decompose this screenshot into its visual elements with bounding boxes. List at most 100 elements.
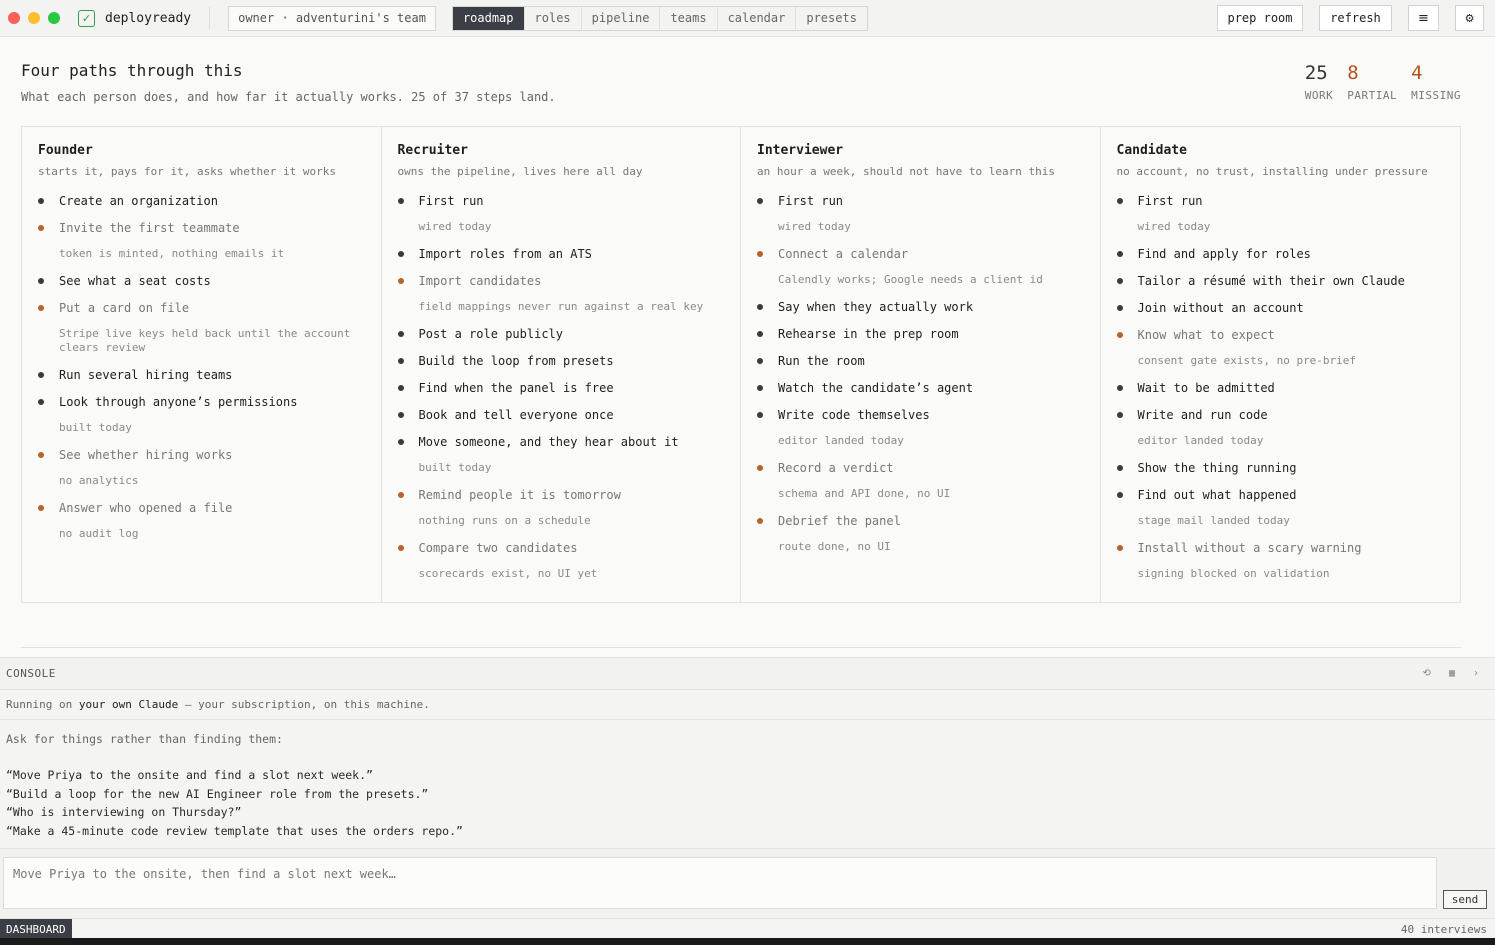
status-dot-icon <box>38 198 44 204</box>
team-switcher[interactable]: owner · adventurini's team <box>228 5 436 31</box>
step-label: Write and run code <box>1137 408 1268 422</box>
step-item: Import roles from an ATS <box>397 247 725 261</box>
step-note: editor landed today <box>1137 434 1264 447</box>
step-label: See what a seat costs <box>59 274 211 288</box>
stat-work: 25 WORK <box>1305 62 1334 102</box>
step-item: Say when they actually work <box>757 300 1084 314</box>
step-note: wired today <box>778 220 851 233</box>
page-title: Four paths through this <box>21 61 243 80</box>
step-item: Record a verdict <box>757 461 1084 475</box>
step-label: Run the room <box>778 354 865 368</box>
console-example: “Who is interviewing on Thursday?” <box>6 805 242 819</box>
console-input[interactable] <box>3 857 1437 909</box>
prep-room-button[interactable]: prep room <box>1217 5 1303 31</box>
step-label: Show the thing running <box>1137 461 1297 475</box>
tab-roadmap[interactable]: roadmap <box>452 6 525 30</box>
step-note: editor landed today <box>778 434 904 447</box>
step-label: Find when the panel is free <box>418 381 614 395</box>
step-label: Book and tell everyone once <box>418 408 614 422</box>
step-item: See whether hiring works <box>38 448 365 462</box>
status-dot-icon <box>38 399 44 405</box>
console-header: CONSOLE ⟲ ▦ › <box>0 657 1495 690</box>
window-controls <box>8 12 60 24</box>
status-dot-icon <box>1116 198 1123 204</box>
step-label: Find and apply for roles <box>1137 247 1311 261</box>
step-note: token is minted, nothing emails it <box>59 247 285 260</box>
persona-column-recruiter: Recruiter owns the pipeline, lives here a… <box>382 127 741 602</box>
step-label: Join without an account <box>1137 301 1304 315</box>
step-item: Run the room <box>757 354 1084 368</box>
step-item: Put a card on file <box>38 301 365 315</box>
step-note: Stripe live keys held back until the acc… <box>59 327 351 354</box>
step-label: Debrief the panel <box>778 514 901 528</box>
status-dot-icon <box>38 225 44 231</box>
step-item: Find when the panel is free <box>397 381 725 395</box>
tab-calendar[interactable]: calendar <box>718 6 797 30</box>
step-item: Build the loop from presets <box>397 354 725 368</box>
status-dot-icon <box>1116 492 1123 498</box>
step-note: route done, no UI <box>778 540 891 553</box>
tab-pipeline[interactable]: pipeline <box>582 6 661 30</box>
status-dot-icon <box>1116 251 1123 257</box>
refresh-icon[interactable]: ⟲ <box>1423 668 1431 679</box>
step-note: schema and API done, no UI <box>778 487 951 500</box>
grid-icon[interactable]: ▦ <box>1449 668 1455 679</box>
status-dot-icon <box>757 412 763 418</box>
step-label: Answer who opened a file <box>59 501 233 515</box>
status-dot-icon <box>397 492 404 498</box>
status-dot-icon <box>757 518 763 524</box>
status-dot-icon <box>397 278 404 284</box>
nav-tabs: roadmap roles pipeline teams calendar pr… <box>451 5 868 31</box>
stat-partial-value: 8 <box>1347 62 1359 84</box>
tab-teams[interactable]: teams <box>660 6 718 30</box>
stat-work-value: 25 <box>1304 62 1328 84</box>
minimize-window-button[interactable] <box>28 12 40 24</box>
step-label: Compare two candidates <box>418 541 578 555</box>
step-label: Invite the first teammate <box>59 221 240 235</box>
stat-partial-label: PARTIAL <box>1347 89 1398 102</box>
menu-icon[interactable]: ≡ <box>1408 5 1439 31</box>
step-item: Book and tell everyone once <box>397 408 725 422</box>
step-note: built today <box>59 421 132 434</box>
dashboard-tab[interactable]: DASHBOARD <box>0 919 72 939</box>
refresh-button[interactable]: refresh <box>1319 5 1392 31</box>
persona-column-founder: Founder starts it, pays for it, asks whet… <box>22 127 382 602</box>
status-dot-icon <box>1116 278 1123 284</box>
gear-icon[interactable]: ⚙ <box>1455 5 1484 31</box>
tab-roles[interactable]: roles <box>525 6 582 30</box>
step-item: Remind people it is tomorrow <box>397 488 725 502</box>
step-label: First run <box>418 194 484 208</box>
step-item: Install without a scary warning <box>1116 541 1445 555</box>
status-dot-icon <box>38 372 44 378</box>
checkmark-logo-icon: ✓ <box>78 9 95 27</box>
console-example: “Make a 45-minute code review template t… <box>6 824 463 838</box>
column-subtitle: starts it, pays for it, asks whether it … <box>38 165 337 178</box>
divider <box>209 7 211 29</box>
step-label: Run several hiring teams <box>59 368 233 382</box>
close-window-button[interactable] <box>8 12 20 24</box>
persona-columns: Founder starts it, pays for it, asks whet… <box>21 126 1461 603</box>
divider <box>21 647 1461 648</box>
status-dot-icon <box>397 358 404 364</box>
column-title: Interviewer <box>757 143 844 158</box>
console-running-strong: your own Claude <box>78 698 179 711</box>
console-toolbar: ⟲ ▦ › <box>1423 668 1479 679</box>
step-item: Invite the first teammate <box>38 221 365 235</box>
step-label: Say when they actually work <box>778 300 974 314</box>
maximize-window-button[interactable] <box>48 12 60 24</box>
chevron-right-icon[interactable]: › <box>1473 668 1479 679</box>
step-label: Put a card on file <box>59 301 190 315</box>
step-label: Record a verdict <box>778 461 894 475</box>
tab-presets[interactable]: presets <box>796 7 867 30</box>
page-subtitle: What each person does, and how far it ac… <box>21 90 556 104</box>
step-item: Move someone, and they hear about it <box>397 435 725 449</box>
step-label: Connect a calendar <box>778 247 909 261</box>
send-button[interactable]: send <box>1443 890 1487 909</box>
console-running-note: Running on your own Claude — your subscr… <box>6 698 430 711</box>
step-label: Build the loop from presets <box>418 354 614 368</box>
step-item: Import candidates <box>397 274 725 288</box>
persona-column-interviewer: Interviewer an hour a week, should not ha… <box>741 127 1101 602</box>
step-item: Connect a calendar <box>757 247 1084 261</box>
step-label: Post a role publicly <box>418 327 564 341</box>
stats-summary: 25 WORK 8 PARTIAL 4 MISSING <box>1305 62 1461 102</box>
